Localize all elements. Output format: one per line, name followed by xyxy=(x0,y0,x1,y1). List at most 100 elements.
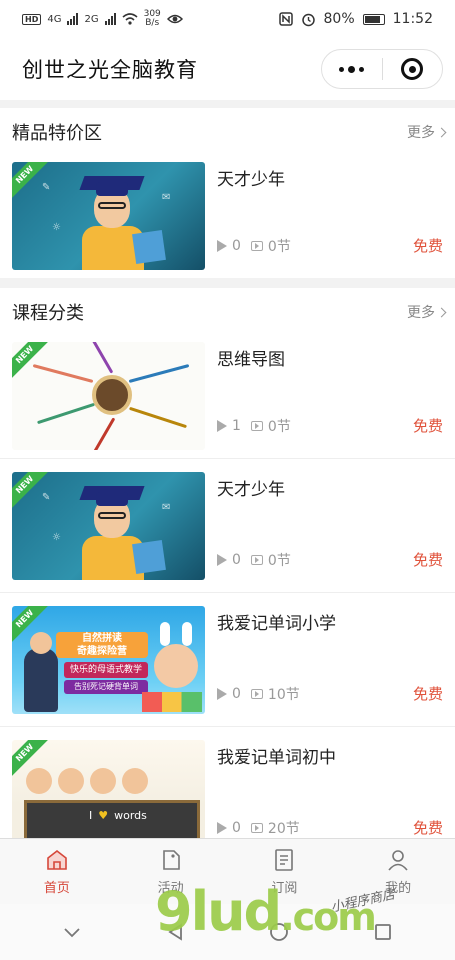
target-icon xyxy=(401,58,424,80)
course-info: 天才少年 0 0节 免费 xyxy=(205,472,445,580)
battery-icon xyxy=(362,13,385,25)
bunny-ear xyxy=(182,622,192,646)
kid-figure xyxy=(24,632,58,712)
video-icon xyxy=(250,421,263,431)
grad-cap-base xyxy=(96,182,128,196)
back-icon[interactable] xyxy=(165,921,187,943)
branch xyxy=(129,406,187,429)
price-label: 免费 xyxy=(412,819,443,837)
more-dots-icon xyxy=(339,65,365,73)
glasses xyxy=(98,202,126,209)
price-label: 免费 xyxy=(412,551,443,569)
course-info: 我爱记单词小学 0 10节 免费 xyxy=(205,606,445,714)
video-icon xyxy=(250,689,263,699)
price-label: 免费 xyxy=(412,685,443,703)
document-icon xyxy=(275,849,294,871)
status-bar: HD 4G 2G 309 B/s 80% 11:52 xyxy=(0,0,455,38)
girl-face xyxy=(154,644,198,688)
nfc-icon xyxy=(278,12,293,26)
wifi-icon xyxy=(122,13,138,25)
lesson-count: 0节 xyxy=(267,239,291,255)
play-icon xyxy=(217,240,227,252)
course-thumbnail: NEW I ♥ words xyxy=(12,740,205,838)
play-icon xyxy=(217,688,227,700)
page-title: 创世之光全脑教育 xyxy=(22,58,198,82)
tab-subscribe[interactable]: 订阅 xyxy=(228,839,342,904)
branch xyxy=(92,417,116,450)
section-title: 精品特价区 xyxy=(12,123,102,144)
course-card[interactable]: NEW ✎ ✉ ☼ 天才少年 0 0节 免费 xyxy=(0,156,455,278)
net-speed-unit: B/s xyxy=(145,18,160,28)
course-thumbnail: NEW ✎ ✉ ☼ xyxy=(12,472,205,580)
system-nav-bar xyxy=(0,904,455,960)
grad-cap-base xyxy=(96,492,128,506)
tag-icon xyxy=(162,850,180,870)
book xyxy=(132,230,166,264)
branch xyxy=(128,364,190,383)
tab-mine[interactable]: 我的 xyxy=(341,839,455,904)
more-link[interactable]: 更多 xyxy=(407,302,447,322)
branch xyxy=(32,364,94,383)
category-section: 课程分类 更多 NEW 思维导图 1 0节 免费 NEW ✎ ✉ ☼ 天才少年 … xyxy=(0,288,455,838)
play-count: 0 xyxy=(232,238,241,254)
signal-icon xyxy=(67,13,79,25)
course-info: 天才少年 0 0节 免费 xyxy=(205,162,445,266)
book xyxy=(132,540,166,574)
kids-group xyxy=(26,762,196,802)
more-menu-button[interactable] xyxy=(322,50,382,88)
recents-icon[interactable] xyxy=(372,921,394,943)
course-card[interactable]: NEW 思维导图 1 0节 免费 xyxy=(0,336,455,458)
thumb-text-1: 自然拼读 xyxy=(82,633,122,644)
more-link[interactable]: 更多 xyxy=(407,122,447,142)
title-bar: 创世之光全脑教育 xyxy=(0,38,455,100)
play-icon xyxy=(217,554,227,566)
tab-label: 订阅 xyxy=(271,881,298,896)
tab-activity[interactable]: 活动 xyxy=(114,839,228,904)
battery-percent: 80% xyxy=(323,11,355,27)
more-label: 更多 xyxy=(407,305,435,321)
kid-face xyxy=(30,632,52,654)
price-label: 免费 xyxy=(412,417,443,435)
featured-section: 精品特价区 更多 NEW ✎ ✉ ☼ 天才少年 0 0节 免费 xyxy=(0,108,455,278)
play-icon xyxy=(217,822,227,834)
doodle-icon: ✎ xyxy=(42,182,51,193)
eye-icon xyxy=(166,14,183,24)
play-count: 0 xyxy=(232,686,241,702)
course-info: 我爱记单词初中 0 20节 免费 xyxy=(205,740,445,838)
branch xyxy=(37,402,95,425)
lesson-count: 20节 xyxy=(267,821,300,837)
doodle-icon: ☼ xyxy=(52,222,61,233)
tab-label: 活动 xyxy=(157,881,184,896)
tab-home[interactable]: 首页 xyxy=(0,839,114,904)
user-icon xyxy=(388,850,408,871)
play-icon xyxy=(217,420,227,432)
board-word-2: words xyxy=(114,809,147,822)
course-card[interactable]: NEW 自然拼读 奇趣探险营 快乐的母语式教学 告别死记硬背单词 我爱记单词小学… xyxy=(0,592,455,726)
chevron-right-icon xyxy=(436,127,447,137)
home-circle-icon[interactable] xyxy=(268,921,290,943)
price-label: 免费 xyxy=(412,237,443,255)
status-left: HD 4G 2G 309 B/s xyxy=(22,10,183,28)
course-meta: 0 0节 xyxy=(217,236,291,256)
signal-2g-label: 2G xyxy=(84,13,99,25)
branch xyxy=(90,342,114,374)
chalkboard: I ♥ words xyxy=(24,800,200,838)
course-card[interactable]: NEW I ♥ words 我爱记单词初中 0 20节 免费 xyxy=(0,726,455,838)
course-thumbnail: NEW xyxy=(12,342,205,450)
course-name: 天才少年 xyxy=(217,170,285,190)
toy-blocks xyxy=(142,692,202,712)
video-icon xyxy=(250,823,263,833)
course-name: 天才少年 xyxy=(217,480,285,500)
course-card[interactable]: NEW ✎ ✉ ☼ 天才少年 0 0节 免费 xyxy=(0,458,455,592)
course-name: 思维导图 xyxy=(217,350,285,370)
signal-4g-label: 4G xyxy=(47,13,62,25)
main-content[interactable]: 精品特价区 更多 NEW ✎ ✉ ☼ 天才少年 0 0节 免费 课程分类 更多 … xyxy=(0,108,455,838)
more-label: 更多 xyxy=(407,125,435,141)
close-miniprogram-button[interactable] xyxy=(383,50,443,88)
chevron-down-icon[interactable] xyxy=(61,921,83,943)
course-name: 我爱记单词初中 xyxy=(217,748,336,768)
thumb-text-3: 快乐的母语式教学 xyxy=(64,662,148,678)
thumb-text-2: 奇趣探险营 xyxy=(77,646,127,657)
thumb-text-4: 告别死记硬背单词 xyxy=(64,680,148,694)
net-speed: 309 B/s xyxy=(144,10,161,28)
